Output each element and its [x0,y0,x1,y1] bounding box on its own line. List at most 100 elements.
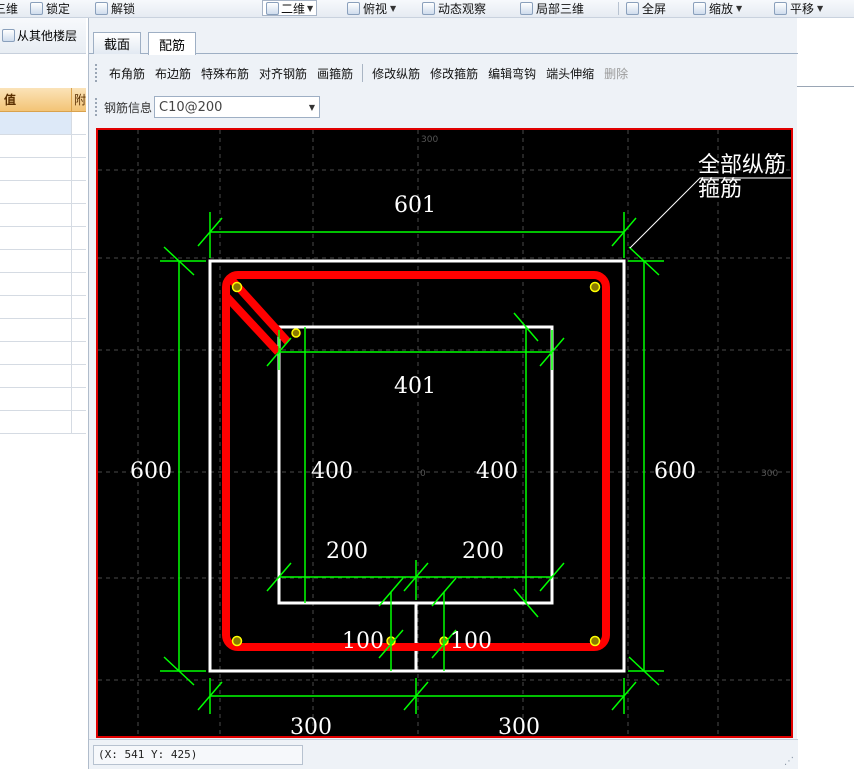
orbit-icon [422,1,435,15]
table-cell[interactable] [0,296,72,318]
table-row[interactable] [0,250,86,273]
dim-top-601: 601 [394,193,436,218]
toolbar-view-dropdown[interactable]: 二维 ▼ [262,0,318,16]
table-cell[interactable] [0,342,72,364]
dim-small-left-100: 100 [342,629,384,654]
table-cell[interactable] [0,319,72,341]
toolbar-unlock-button[interactable]: 解锁 [95,0,135,16]
table-row[interactable] [0,204,86,227]
axis-right-label: 300 [761,469,778,479]
table-row[interactable] [0,411,86,434]
status-bar: (X: 541 Y: 425) ⋰ [89,739,798,769]
toolbar-zoom-button[interactable]: 缩放 ▼ [693,0,742,16]
view-mode-select[interactable]: 二维 ▼ [262,0,318,16]
toolbar-separator [362,64,364,82]
copy-from-floor-label: 从其他楼层 [17,29,78,43]
table-cell[interactable] [0,204,72,226]
rebar-info-select[interactable]: C10@200 ▼ [154,96,321,118]
end-extend-button[interactable]: 端头伸缩 [541,62,599,85]
axis-origin-label: 0 [420,469,426,479]
toolbar-3d-button[interactable]: 三维 [0,0,18,16]
edge-rebar-button[interactable]: 布边筋 [150,62,196,85]
dim-inner-top-401: 401 [394,374,436,399]
axis-top-label: 300 [421,135,438,145]
table-row[interactable] [0,388,86,411]
table-cell[interactable] [0,112,72,134]
chevron-down-icon: ▼ [308,102,316,112]
toolbar-grip-icon[interactable] [95,64,98,82]
corner-rebar-button[interactable]: 布角筋 [104,62,150,85]
delete-button[interactable]: 删除 [599,62,633,85]
main-toolbar: 三维 锁定 解锁 二维 ▼ 俯视 ▼ 动态观察 局部三维 全屏 缩放 ▼ [0,0,854,18]
table-cell[interactable] [0,135,72,157]
toolbar-grip-icon[interactable] [95,98,98,116]
partial-3d-icon [520,1,533,15]
section-rebar-dialog: 截面 配筋 布角筋 布边筋 特殊布筋 对齐钢筋 画箍筋 修改纵筋 修改箍筋 编辑… [88,18,798,769]
table-cell[interactable] [0,250,72,272]
toolbar-pan-button[interactable]: 平移 ▼ [774,0,823,16]
property-panel: 从其他楼层 值 附 [0,18,86,769]
rebar-toolbar: 布角筋 布边筋 特殊布筋 对齐钢筋 画箍筋 修改纵筋 修改箍筋 编辑弯钩 端头伸… [89,56,798,90]
toolbar-3d-label: 三维 [0,1,19,16]
annotation-stirrup: 箍筋 [698,177,742,202]
toolbar-orbit-button[interactable]: 动态观察 [422,0,486,16]
drawing-canvas[interactable]: 300 0 300 601 401 600 600 400 400 200 20… [96,128,793,738]
table-cell[interactable] [0,158,72,180]
pan-icon [774,1,787,15]
section-drawing[interactable]: 300 0 300 601 401 600 600 400 400 200 20… [98,130,791,736]
toolbar-topview-button[interactable]: 俯视 ▼ [347,0,396,16]
copy-from-floor-button[interactable]: 从其他楼层 [0,18,86,54]
tab-rebar[interactable]: 配筋 [148,32,197,55]
table-row[interactable] [0,181,86,204]
edit-hook-button[interactable]: 编辑弯钩 [483,62,541,85]
table-cell[interactable] [0,388,72,410]
table-cell[interactable] [0,227,72,249]
table-cell[interactable] [0,181,72,203]
annotation-all-longitudinal: 全部纵筋 [698,153,786,178]
column-header-extra: 附 [73,93,86,107]
toolbar-fullscreen-button[interactable]: 全屏 [626,0,666,16]
table-row[interactable] [0,342,86,365]
table-row[interactable] [0,158,86,181]
top-view-icon [347,1,360,15]
table-cell[interactable] [0,365,72,387]
lock-icon [30,1,43,15]
table-row[interactable] [0,296,86,319]
table-row[interactable] [0,365,86,388]
resize-grip-icon[interactable]: ⋰ [784,756,794,767]
coordinate-readout: (X: 541 Y: 425) [93,745,303,765]
dim-inner-right-400: 400 [476,459,518,484]
table-row[interactable] [0,273,86,296]
table-cell[interactable] [0,411,72,433]
chevron-down-icon: ▼ [307,3,314,13]
dim-right-600: 600 [654,459,696,484]
table-row[interactable] [0,319,86,342]
dim-mid-left-200: 200 [326,539,368,564]
dialog-tabbar: 截面 配筋 [89,28,798,55]
rebar-info-label: 钢筋信息 [104,100,153,115]
rebar-info-value: C10@200 [159,99,223,115]
background-window-strip [797,18,854,769]
toolbar-separator [618,2,619,15]
toolbar-partial3d-button[interactable]: 局部三维 [520,0,584,16]
toolbar-partial3d-label: 局部三维 [536,1,585,16]
edit-stirrup-button[interactable]: 修改箍筋 [425,62,483,85]
table-row[interactable] [0,135,86,158]
chevron-down-icon: ▼ [817,3,824,13]
draw-stirrup-button[interactable]: 画箍筋 [312,62,358,85]
table-cell[interactable] [0,273,72,295]
toolbar-lock-button[interactable]: 锁定 [30,0,70,16]
align-rebar-button[interactable]: 对齐钢筋 [254,62,312,85]
chevron-down-icon: ▼ [736,3,743,13]
dim-bottom-left-300: 300 [290,715,332,736]
fullscreen-icon [626,1,639,15]
table-row[interactable] [0,227,86,250]
table-row[interactable] [0,112,86,135]
property-table-header: 值 附 [0,88,86,112]
tab-section[interactable]: 截面 [93,32,142,54]
edit-longitudinal-button[interactable]: 修改纵筋 [367,62,425,85]
dim-small-right-100: 100 [450,629,492,654]
zoom-icon [693,1,706,15]
special-rebar-button[interactable]: 特殊布筋 [196,62,254,85]
rebar-info-row: 钢筋信息 C10@200 ▼ [89,92,798,122]
